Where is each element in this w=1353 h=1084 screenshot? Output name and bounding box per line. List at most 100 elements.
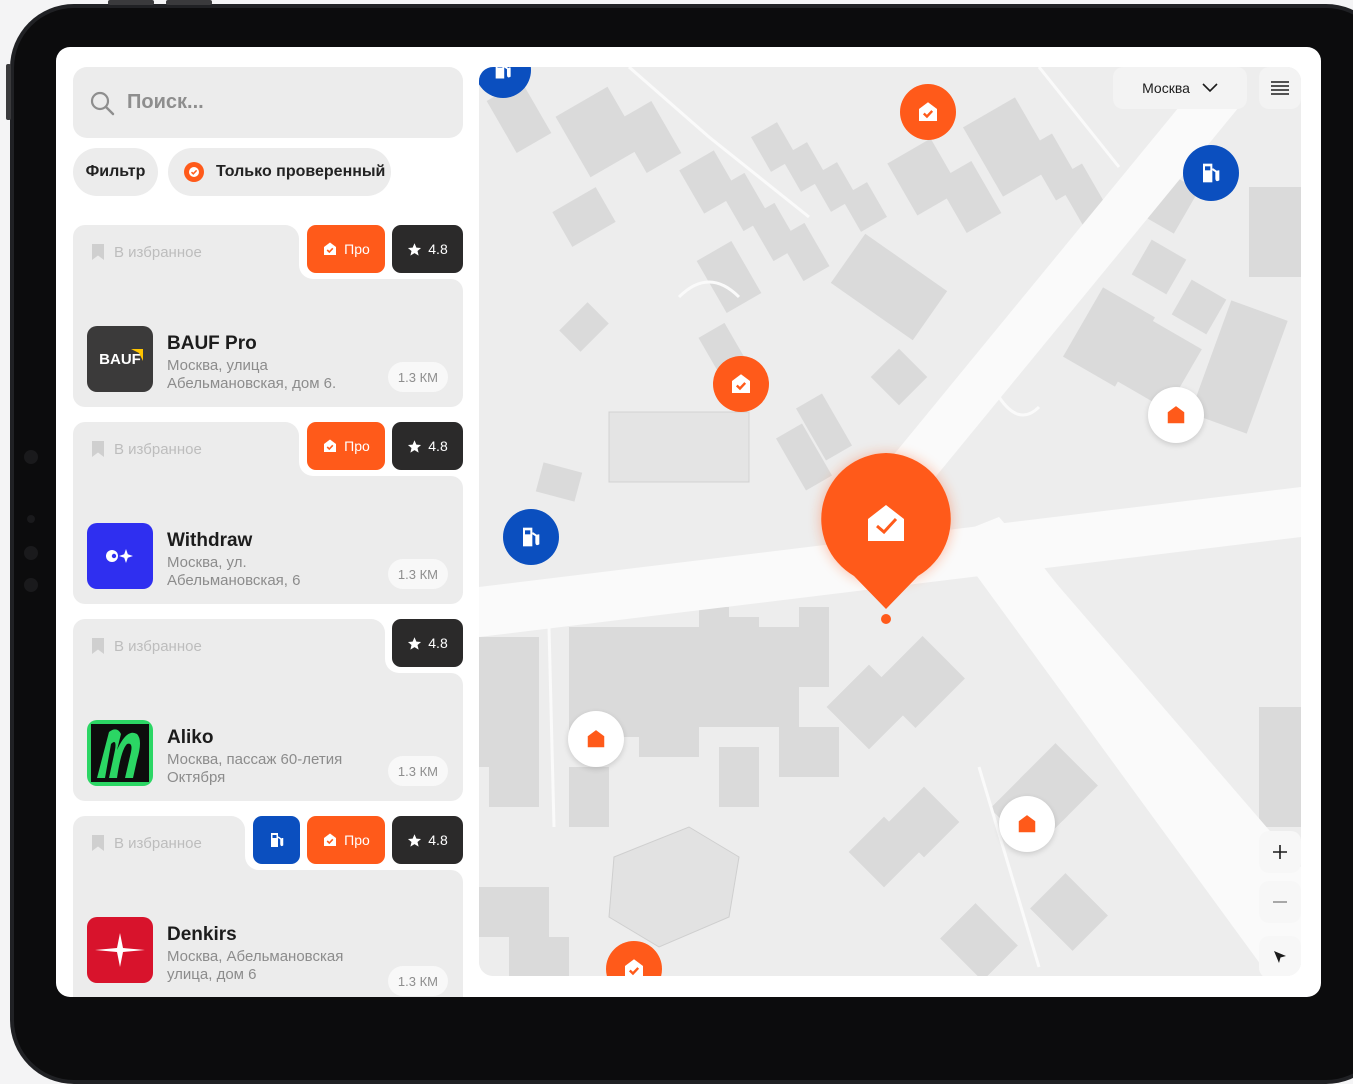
- company-address: Москва, ул. Абельмановская, 6: [167, 554, 301, 589]
- house-marker[interactable]: [999, 796, 1055, 852]
- house-icon: [1167, 406, 1185, 424]
- verified-house-icon: [732, 374, 750, 393]
- house-marker[interactable]: [1148, 387, 1204, 443]
- house-icon: [587, 730, 605, 748]
- favorite-button[interactable]: В избранное: [91, 243, 202, 261]
- menu-button[interactable]: [1259, 67, 1301, 109]
- menu-icon: [1271, 81, 1289, 95]
- fuel-marker[interactable]: [1183, 145, 1239, 201]
- distance-badge: 1.3 КМ: [387, 559, 448, 589]
- rating-value: 4.8: [428, 832, 448, 848]
- locate-button[interactable]: [1259, 936, 1301, 976]
- map-view[interactable]: Москва: [479, 67, 1301, 976]
- search-bar[interactable]: [73, 67, 463, 138]
- company-logo: [87, 523, 153, 589]
- check-badge-icon: [324, 439, 337, 452]
- favorite-button[interactable]: В избранное: [91, 637, 202, 655]
- company-logo: [87, 720, 153, 786]
- city-selector[interactable]: Москва: [1113, 67, 1247, 109]
- company-logo: BAUF: [87, 326, 153, 392]
- pro-label: Про: [344, 438, 370, 454]
- sensor: [24, 546, 38, 560]
- sidebar: Фильтр Только проверенный В избранное Пр…: [56, 47, 476, 997]
- filter-button[interactable]: Фильтр: [73, 148, 158, 196]
- aliko-logo-icon: [91, 724, 149, 782]
- distance-badge: 1.3 КМ: [387, 756, 448, 786]
- bookmark-icon: [92, 441, 104, 457]
- rating-badge: 4.8: [392, 422, 463, 470]
- fuel-icon: [523, 527, 540, 547]
- list-item[interactable]: В избранное Про 4.8 Withdraw Москва, ул.…: [73, 422, 463, 604]
- fuel-marker[interactable]: [503, 509, 559, 565]
- verified-house-icon: [625, 959, 643, 976]
- favorite-button[interactable]: В избранное: [91, 834, 202, 852]
- denkirs-logo-icon: [95, 933, 145, 967]
- rating-value: 4.8: [428, 241, 448, 257]
- verified-house-marker[interactable]: [900, 84, 956, 140]
- bookmark-icon: [92, 835, 104, 851]
- fuel-icon: [495, 67, 511, 79]
- company-logo: [87, 917, 153, 983]
- plus-icon: [1273, 845, 1287, 859]
- favorite-label: В избранное: [114, 637, 202, 655]
- check-badge-icon: [184, 162, 204, 182]
- withdraw-logo-icon: [106, 549, 133, 563]
- star-icon: [408, 833, 422, 847]
- sensor: [24, 578, 38, 592]
- company-address: Москва, Абельмановская улица, дом 6: [167, 948, 344, 983]
- check-badge-icon: [324, 242, 337, 255]
- list-item[interactable]: В избранное 4.8 Aliko Москва, пассаж 60-…: [73, 619, 463, 801]
- logo-mark: [131, 349, 143, 361]
- hardware-button: [108, 0, 154, 5]
- rating-badge: 4.8: [392, 225, 463, 273]
- favorite-label: В избранное: [114, 243, 202, 261]
- list-item[interactable]: В избранное Про 4.8 BAUF BAUF Pro Москва…: [73, 225, 463, 407]
- pro-label: Про: [344, 832, 370, 848]
- zoom-out-button[interactable]: [1259, 881, 1301, 923]
- verified-only-label: Только проверенный: [216, 163, 386, 180]
- fuel-icon: [1203, 163, 1220, 183]
- company-name: Aliko: [167, 727, 214, 748]
- fuel-icon: [270, 833, 283, 847]
- pro-badge: Про: [307, 816, 385, 864]
- rating-badge: 4.8: [392, 619, 463, 667]
- minus-icon: [1273, 901, 1287, 903]
- search-input[interactable]: [125, 90, 429, 115]
- distance-badge: 1.3 КМ: [387, 362, 448, 392]
- hardware-button: [166, 0, 212, 5]
- camera: [27, 515, 35, 523]
- sensor: [24, 450, 38, 464]
- star-icon: [408, 636, 422, 650]
- fuel-badge: [253, 816, 300, 864]
- verified-house-marker[interactable]: [713, 356, 769, 412]
- company-name: Withdraw: [167, 530, 253, 551]
- pro-badge: Про: [307, 225, 385, 273]
- favorite-label: В избранное: [114, 440, 202, 458]
- rating-value: 4.8: [428, 635, 448, 651]
- selected-location-pin[interactable]: [808, 439, 964, 629]
- favorite-button[interactable]: В избранное: [91, 440, 202, 458]
- star-icon: [408, 439, 422, 453]
- zoom-in-button[interactable]: [1259, 831, 1301, 873]
- favorite-label: В избранное: [114, 834, 202, 852]
- filter-label: Фильтр: [85, 163, 146, 180]
- chevron-down-icon: [1202, 83, 1218, 93]
- hardware-button: [6, 64, 11, 120]
- house-icon: [1018, 815, 1036, 833]
- check-badge-icon: [324, 833, 337, 846]
- star-icon: [408, 242, 422, 256]
- bookmark-icon: [92, 638, 104, 654]
- city-label: Москва: [1142, 80, 1190, 96]
- company-name: Denkirs: [167, 924, 237, 945]
- verified-house-icon: [919, 102, 937, 121]
- verified-only-toggle[interactable]: Только проверенный: [168, 148, 391, 196]
- list-item[interactable]: В избранное Про 4.8 Denkirs Москва, Абел…: [73, 816, 463, 997]
- company-address: Москва, улица Абельмановская, дом 6.: [167, 357, 337, 392]
- locate-arrow-icon: [1274, 951, 1286, 963]
- search-icon: [90, 91, 115, 115]
- pro-label: Про: [344, 241, 370, 257]
- house-marker[interactable]: [568, 711, 624, 767]
- rating-value: 4.8: [428, 438, 448, 454]
- rating-badge: 4.8: [392, 816, 463, 864]
- company-address: Москва, пассаж 60-летия Октября: [167, 751, 343, 786]
